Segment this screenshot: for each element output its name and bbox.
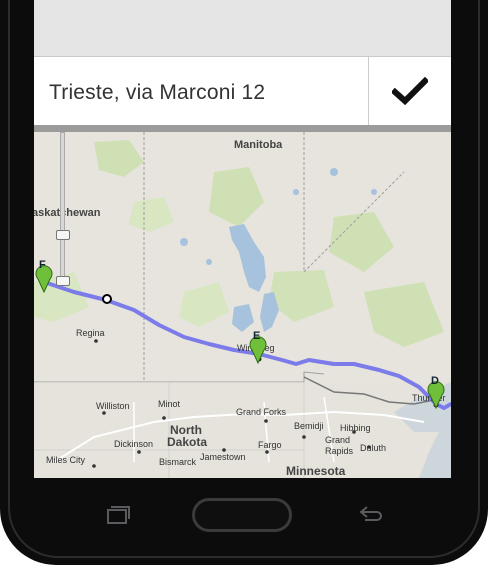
zoom-knob[interactable] [56, 230, 70, 240]
zoom-out-handle[interactable] [56, 276, 70, 286]
map-label-minnesota: Minnesota [286, 464, 346, 478]
zoom-track [60, 132, 65, 284]
map-label-minot: Minot [158, 399, 181, 409]
map-label-bismarck: Bismarck [159, 457, 197, 467]
marker-f[interactable]: F [35, 258, 53, 293]
home-button[interactable] [192, 498, 292, 532]
map-label-fargo: Fargo [258, 440, 282, 450]
marker-f-label: F [39, 259, 46, 271]
map-header-strip [34, 125, 451, 132]
map-label-grand: Grand [325, 435, 351, 445]
marker-e[interactable]: E [249, 329, 267, 364]
recent-apps-glyph [107, 506, 130, 524]
address-input[interactable]: Trieste, via Marconi 12 [49, 81, 265, 105]
map-label-miles-city: Miles City [46, 455, 86, 465]
map-label-bemidji: Bemidji [294, 421, 324, 431]
back-arrow-glyph [359, 506, 382, 521]
map-label-hibbing: Hibbing [340, 423, 371, 433]
map-label-jamestown: Jamestown [200, 452, 246, 462]
screen: Trieste, via Marconi 12 Manitoba askatch… [34, 0, 451, 478]
map-label-grand-forks: Grand Forks [236, 407, 287, 417]
recent-apps-icon[interactable] [104, 505, 130, 524]
map-label-dakota: Dakota [167, 435, 208, 449]
map-canvas [34, 132, 451, 478]
checkmark-icon [392, 77, 428, 105]
confirm-button[interactable] [369, 57, 451, 125]
map-label-williston: Williston [96, 401, 130, 411]
top-bar [34, 0, 451, 57]
map-view[interactable]: Manitoba askatchewan Regina Winnipeg Thu… [34, 125, 451, 478]
address-bar[interactable]: Trieste, via Marconi 12 [34, 57, 451, 125]
zoom-slider[interactable] [56, 132, 70, 286]
map-label-regina: Regina [76, 328, 105, 338]
marker-d[interactable]: D [427, 374, 445, 409]
map-label-rapids: Rapids [325, 446, 354, 456]
map-label-duluth: Duluth [360, 443, 387, 453]
map-label-dickinson: Dickinson [114, 439, 154, 449]
back-icon[interactable] [357, 503, 383, 523]
marker-d-label: D [431, 375, 439, 387]
map-label-manitoba: Manitoba [234, 139, 283, 151]
marker-e-label: E [253, 330, 261, 342]
